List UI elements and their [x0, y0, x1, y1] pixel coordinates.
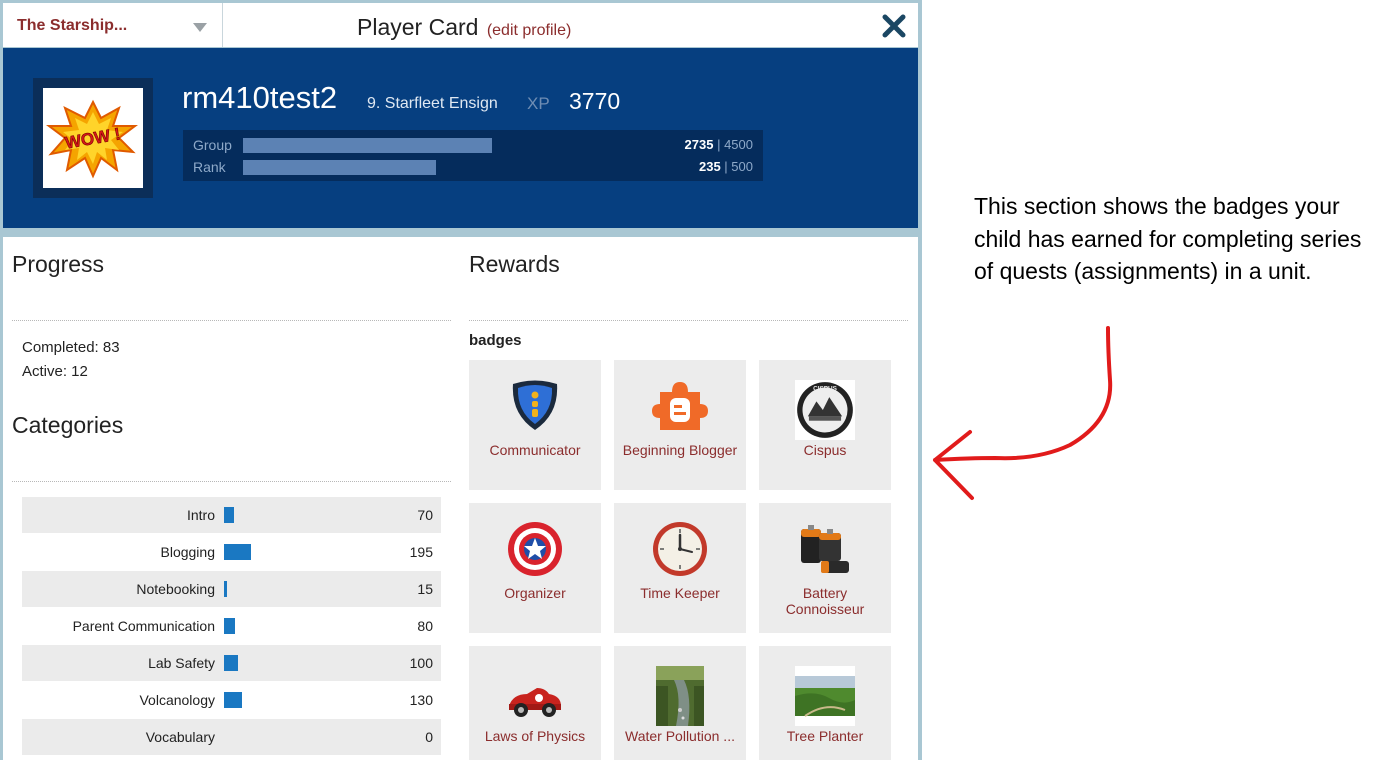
seal-text: CISPUS — [813, 386, 838, 393]
rewards-heading: Rewards — [469, 251, 560, 277]
active-count: Active: 12 — [22, 363, 88, 380]
list-item: Parent Communication 80 — [22, 608, 441, 644]
landscape-photo-icon — [795, 666, 855, 726]
category-bar — [224, 581, 227, 597]
xp-label: XP — [527, 94, 550, 113]
avatar-frame: WOW ! — [33, 78, 153, 198]
category-name: Notebooking — [136, 581, 215, 597]
ship-name: The Starship... — [17, 17, 128, 34]
categories-heading: Categories — [12, 412, 124, 438]
battery-icon — [801, 525, 849, 573]
rank-count: 235 | 500 — [699, 159, 753, 174]
badge-organizer[interactable]: Organizer — [469, 503, 601, 633]
xp-value: 3770 — [569, 88, 621, 114]
rank-progress-row: Rank 235 | 500 — [183, 156, 763, 178]
group-separator: | — [713, 137, 725, 152]
card-content: Progress Completed: 83 Active: 12 Catego… — [3, 237, 918, 760]
category-value: 100 — [409, 655, 433, 671]
close-icon[interactable] — [881, 13, 907, 39]
rank-progress-bar — [243, 160, 436, 175]
rank-title: 9. Starfleet Ensign — [367, 95, 498, 112]
list-item: Vocabulary 0 — [22, 719, 441, 755]
list-item: Lab Safety 100 — [22, 645, 441, 681]
category-value: 195 — [409, 544, 433, 560]
edit-profile-link[interactable]: (edit profile) — [487, 22, 571, 39]
wow-burst-icon: WOW ! — [46, 99, 138, 179]
progress-heading: Progress — [12, 251, 105, 277]
page-title-text: Player Card — [357, 14, 479, 40]
chevron-down-icon — [193, 23, 207, 32]
red-arrow-icon — [933, 326, 1113, 500]
player-card: The Starship... Player Card (edit profil… — [0, 0, 922, 760]
cispus-seal-icon: CISPUS — [795, 380, 855, 440]
divider — [12, 320, 451, 321]
category-name: Vocabulary — [145, 729, 215, 745]
badge-water-pollution[interactable]: Water Pollution ... — [614, 646, 746, 760]
category-bar — [224, 618, 235, 634]
badge-label: Beginning Blogger — [622, 442, 738, 458]
badge-tree-planter[interactable]: Tree Planter — [759, 646, 891, 760]
category-bar — [224, 692, 242, 708]
category-name: Lab Safety — [148, 655, 215, 671]
profile-banner: WOW ! rm410test2 9. Starfleet Ensign XP … — [3, 48, 918, 228]
group-label: Group — [193, 137, 232, 153]
rank-max: 500 — [731, 159, 753, 174]
badge-label: Water Pollution ... — [625, 728, 735, 744]
progress-bars: Group 2735 | 4500 Rank 235 | 500 — [183, 130, 763, 181]
category-bar — [224, 544, 251, 560]
divider — [12, 481, 451, 482]
clock-icon — [653, 522, 707, 576]
category-bar — [224, 507, 234, 523]
badge-time-keeper[interactable]: Time Keeper — [614, 503, 746, 633]
rank-current: 235 — [698, 159, 721, 174]
list-item: Volcanology 130 — [22, 682, 441, 718]
badge-label: Time Keeper — [640, 585, 720, 601]
annotation-text: This section shows the badges your child… — [974, 193, 1362, 284]
badges-label: badges — [469, 332, 522, 349]
badge-communicator[interactable]: Communicator — [469, 360, 601, 490]
badge-label: Laws of Physics — [484, 728, 586, 744]
rank-separator: | — [720, 159, 732, 174]
stream-photo-icon — [656, 666, 704, 726]
badge-label: Cispus — [803, 442, 847, 458]
avatar[interactable]: WOW ! — [43, 88, 143, 188]
badge-cispus[interactable]: CISPUS Cispus — [759, 360, 891, 490]
category-bar — [224, 655, 238, 671]
blogger-puzzle-icon — [652, 382, 708, 430]
category-name: Parent Communication — [72, 618, 215, 634]
badge-label: Tree Planter — [786, 728, 864, 744]
username: rm410test2 — [182, 80, 338, 115]
group-progress-bar — [243, 138, 492, 153]
divider — [469, 320, 908, 321]
list-item: Notebooking 15 — [22, 571, 441, 607]
category-value: 70 — [417, 507, 433, 523]
star-shield-icon — [508, 522, 562, 576]
category-name: Blogging — [160, 544, 216, 560]
shield-icon — [512, 380, 558, 430]
page-title: Player Card (edit profile) — [357, 14, 571, 41]
list-item: Intro 70 — [22, 497, 441, 533]
category-value: 15 — [417, 581, 433, 597]
card-header: The Starship... Player Card (edit profil… — [3, 3, 918, 47]
category-value: 80 — [417, 618, 433, 634]
group-current: 2735 — [684, 137, 714, 152]
group-progress-row: Group 2735 | 4500 — [183, 134, 763, 156]
category-value: 0 — [425, 729, 433, 745]
badge-laws-of-physics[interactable]: Laws of Physics — [469, 646, 601, 760]
category-value: 130 — [409, 692, 433, 708]
category-name: Volcanology — [139, 692, 215, 708]
list-item: Blogging 195 — [22, 534, 441, 570]
race-car-icon — [509, 688, 561, 717]
ship-selector[interactable]: The Starship... — [3, 3, 223, 47]
group-max: 4500 — [724, 137, 753, 152]
rank-label: Rank — [193, 159, 226, 175]
badge-label: Communicator — [489, 442, 581, 458]
badge-battery-connoisseur[interactable]: Battery Connoisseur — [759, 503, 891, 633]
badge-beginning-blogger[interactable]: Beginning Blogger — [614, 360, 746, 490]
badge-label: Organizer — [504, 585, 566, 601]
category-name: Intro — [186, 507, 215, 523]
group-count: 2735 | 4500 — [685, 137, 753, 152]
badge-label: Battery Connoisseur — [785, 585, 865, 617]
completed-count: Completed: 83 — [22, 339, 120, 356]
